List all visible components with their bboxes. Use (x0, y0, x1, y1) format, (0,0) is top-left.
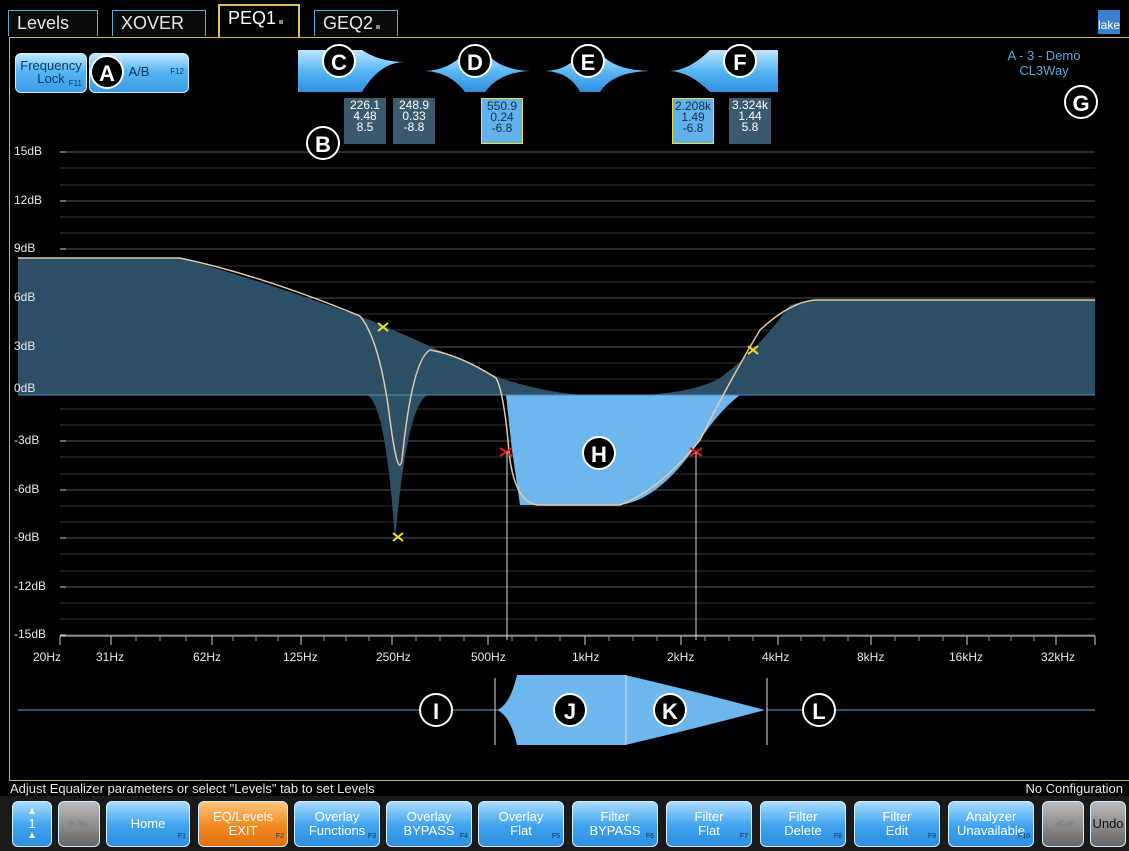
delete-label: Delete (784, 823, 822, 838)
callout-k: K (653, 693, 687, 727)
analyzer-label: Analyzer (965, 809, 1017, 824)
filter-edit-button[interactable]: Filter Edit F9 (854, 801, 940, 847)
y-axis-label: -6dB (14, 482, 40, 496)
callout-h: H (582, 436, 616, 470)
flat-label: Flat (698, 823, 720, 838)
y-axis-label: 0dB (14, 381, 36, 395)
xover-band[interactable] (497, 675, 765, 745)
filter-label: Filter (882, 809, 912, 824)
f1-key-label: F1 (177, 833, 186, 840)
filter-marker-icon[interactable] (499, 447, 513, 457)
flat-label: Flat (510, 823, 532, 838)
status-bar: Adjust Equalizer parameters or select "L… (10, 781, 1129, 797)
configuration-status: No Configuration (1025, 781, 1123, 796)
analyzer-button[interactable]: Analyzer Unavailable F10 (948, 801, 1034, 847)
y-axis-label: 9dB (14, 241, 36, 255)
filter-label: Filter (788, 809, 818, 824)
exit-label: EXIT (228, 823, 258, 838)
eq-levels-label: EQ/Levels (213, 809, 273, 824)
undo-label: Undo (1092, 816, 1124, 831)
callout-g: G (1064, 85, 1098, 119)
unavailable-label: Unavailable (957, 823, 1025, 838)
filter-flat-button[interactable]: Filter Flat F7 (666, 801, 752, 847)
f5-key-label: F5 (551, 833, 560, 840)
f6-key-label: F6 (645, 833, 654, 840)
page-selector-button[interactable]: ▲ 1 ▲ (12, 801, 52, 847)
selected-filter-fill (500, 395, 740, 505)
edit-label: Edit (885, 823, 909, 838)
filter-label: Filter (600, 809, 630, 824)
f9-key-label: F9 (927, 833, 936, 840)
y-axis-label: 15dB (14, 144, 43, 158)
overlay-label: Overlay (498, 809, 544, 824)
x-axis-label: 250Hz (376, 650, 411, 664)
x-axis-label: 20Hz (33, 650, 62, 664)
y-axis-label: 6dB (14, 290, 36, 304)
overlay-functions-button[interactable]: Overlay Functions F3 (294, 801, 380, 847)
home-label: Home (130, 816, 166, 831)
overlay-label: Overlay (314, 809, 360, 824)
callout-e: E (571, 44, 605, 78)
y-axis-label: 3dB (14, 339, 36, 353)
f8-key-label: F8 (833, 833, 842, 840)
y-axis-label: 12dB (14, 193, 43, 207)
x-axis-label: 62Hz (193, 650, 222, 664)
filter-label: Filter (694, 809, 724, 824)
callout-a: A (90, 55, 124, 89)
x-axis-label: 2kHz (667, 650, 695, 664)
overlay-label: Overlay (406, 809, 452, 824)
filter-bypass-button[interactable]: Filter BYPASS F6 (572, 801, 658, 847)
bypass-label: BYPASS (403, 823, 455, 838)
x-axis-label: 125Hz (283, 650, 318, 664)
x-axis-label: 1kHz (572, 650, 600, 664)
x-axis-label: 32kHz (1041, 650, 1076, 664)
fast-forward-icon: ▶▶ (69, 816, 89, 831)
callout-b: B (306, 126, 340, 160)
y-axis-label: -9dB (14, 530, 40, 544)
y-axis-label: -12dB (14, 579, 47, 593)
callout-c: C (322, 44, 356, 78)
x-axis-label: 16kHz (949, 650, 984, 664)
arrow-down-icon: ▲ (27, 830, 37, 841)
filter-delete-button[interactable]: Filter Delete F8 (760, 801, 846, 847)
undo-button[interactable]: Undo (1090, 801, 1126, 847)
callout-l: L (802, 693, 836, 727)
f2-key-label: F2 (275, 833, 284, 840)
callout-f: F (723, 44, 757, 78)
f4-key-label: F4 (459, 833, 468, 840)
overlay-fill-dark (18, 258, 1095, 397)
bottom-toolbar: ▲ 1 ▲ ▶▶ Home F1 EQ/Levels EXIT F2 Overlay F… (0, 796, 1129, 851)
y-axis-label: -3dB (14, 433, 40, 447)
overlay-flat-button[interactable]: Overlay Flat F5 (478, 801, 564, 847)
functions-label: Functions (308, 823, 366, 838)
f10-key-label: F10 (1017, 833, 1030, 840)
eq-levels-exit-button[interactable]: EQ/Levels EXIT F2 (198, 801, 288, 847)
bypass-label: BYPASS (589, 823, 641, 838)
callout-d: D (458, 44, 492, 78)
f7-key-label: F7 (739, 833, 748, 840)
f3-key-label: F3 (367, 833, 376, 840)
x-axis-label: 31Hz (96, 650, 125, 664)
y-axis-label: -15dB (14, 627, 47, 641)
next-page-button[interactable]: ▶▶ (58, 801, 100, 847)
callout-j: J (553, 693, 587, 727)
overlay-bypass-button[interactable]: Overlay BYPASS F4 (386, 801, 472, 847)
x-axis-label: 8kHz (857, 650, 885, 664)
notch-fill (365, 395, 430, 540)
page-number: 1 (28, 816, 36, 831)
callout-i: I (419, 693, 453, 727)
x-axis-label: 500Hz (471, 650, 506, 664)
status-message: Adjust Equalizer parameters or select "L… (10, 781, 375, 796)
filter-marker-icon[interactable] (392, 532, 404, 542)
rewind-icon: ◀◀ (1053, 816, 1073, 831)
x-axis-label: 4kHz (762, 650, 790, 664)
previous-page-button[interactable]: ◀◀ (1042, 801, 1084, 847)
home-button[interactable]: Home F1 (106, 801, 190, 847)
